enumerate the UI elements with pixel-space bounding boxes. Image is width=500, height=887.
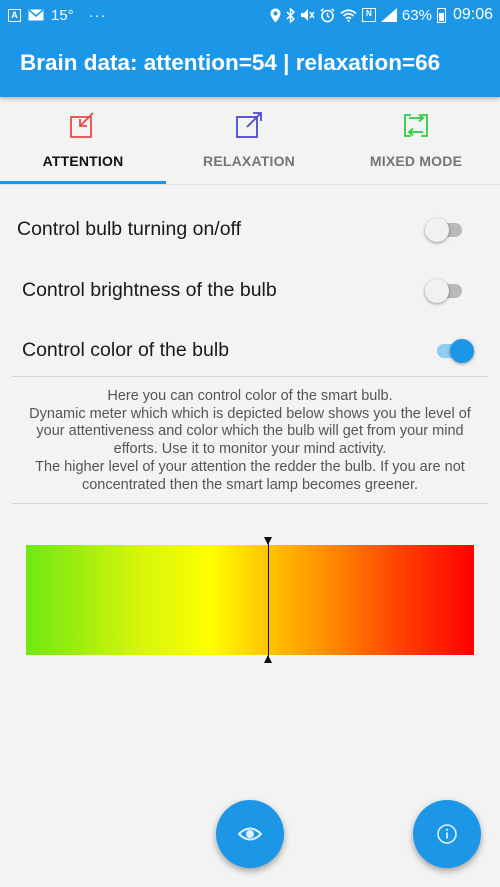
setting-bulb-on-off: Control bulb turning on/off: [0, 208, 500, 252]
setting-brightness: Control brightness of the bulb: [0, 269, 500, 313]
bluetooth-icon: [286, 7, 295, 23]
tab-attention[interactable]: ATTENTION: [0, 97, 166, 185]
temperature: 15°: [51, 6, 74, 24]
clock: 09:06: [452, 6, 493, 23]
meter-needle: [268, 538, 269, 662]
view-button[interactable]: [216, 800, 284, 868]
battery-percent: 63%: [401, 6, 432, 24]
mode-tabs: ATTENTION RELAXATION MIXED MODE: [0, 97, 500, 185]
setting-color-label: Control color of the bulb: [22, 339, 230, 361]
setting-brightness-label: Control brightness of the bulb: [22, 279, 277, 301]
info-button[interactable]: [413, 800, 481, 868]
mail-icon: [28, 9, 44, 21]
nfc-icon: N: [361, 8, 376, 22]
description-line-2: Dynamic meter which which is depicted be…: [29, 405, 471, 458]
more-notifications: ···: [88, 6, 107, 24]
tab-attention-label: ATTENTION: [42, 153, 124, 169]
app-bar: Brain data: attention=54 | relaxation=66: [0, 30, 500, 97]
switch-thumb: [450, 339, 474, 363]
description-text: Here you can control color of the smart …: [14, 388, 486, 494]
arrow-in-icon: [70, 112, 94, 138]
tab-relaxation[interactable]: RELAXATION: [166, 97, 332, 185]
color-switch[interactable]: [434, 339, 474, 363]
bulb-on-off-switch[interactable]: [425, 218, 465, 242]
app-a-icon: A: [8, 8, 21, 22]
description-line-3: The higher level of your attention the r…: [35, 458, 465, 493]
alarm-icon: [320, 7, 335, 22]
location-icon: [270, 8, 281, 22]
eye-icon: [237, 827, 263, 841]
page-title: Brain data: attention=54 | relaxation=66: [20, 50, 441, 75]
swap-arrows-icon: [404, 113, 428, 137]
tab-mixed-mode[interactable]: MIXED MODE: [333, 97, 499, 185]
info-icon: [437, 824, 457, 844]
wifi-icon: [340, 8, 357, 22]
status-bar: A 15° ··· N 63% 09:06: [0, 0, 500, 30]
brightness-switch[interactable]: [425, 279, 465, 303]
battery-icon: [436, 7, 446, 23]
meter-gradient-bar: [26, 545, 474, 655]
setting-color: Control color of the bulb: [0, 329, 500, 373]
mute-icon: [300, 9, 315, 21]
switch-thumb: [425, 279, 449, 303]
switch-thumb: [425, 218, 449, 242]
tab-divider: [0, 184, 500, 185]
meter-marker-bottom: [264, 655, 272, 663]
divider: [12, 503, 488, 504]
signal-icon: [380, 8, 397, 22]
arrow-out-icon: [236, 112, 262, 138]
tab-mixed-mode-label: MIXED MODE: [369, 153, 463, 169]
divider: [12, 376, 488, 377]
tab-relaxation-label: RELAXATION: [203, 153, 295, 169]
description-line-1: Here you can control color of the smart …: [107, 388, 393, 404]
setting-bulb-on-off-label: Control bulb turning on/off: [17, 218, 242, 240]
attention-meter: [26, 535, 474, 665]
